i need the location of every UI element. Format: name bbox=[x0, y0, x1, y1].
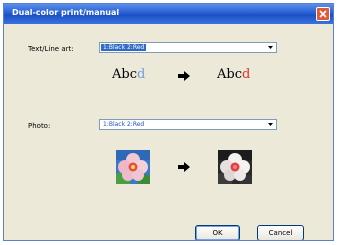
sample-before-main: Abc bbox=[112, 67, 137, 82]
textline-sample-after: Abcd bbox=[217, 67, 250, 82]
title-bar[interactable]: Dual-color print/manual bbox=[4, 4, 333, 24]
chevron-down-icon bbox=[268, 46, 273, 49]
close-icon bbox=[319, 10, 327, 18]
arrow-right-icon bbox=[178, 162, 190, 172]
textline-label: Text/Line art: bbox=[28, 45, 74, 53]
cancel-button[interactable]: Cancel bbox=[257, 225, 304, 240]
photo-sample-after bbox=[218, 150, 252, 184]
dialog-window: Dual-color print/manual Text/Line art: 1… bbox=[3, 3, 334, 241]
sample-after-accent: d bbox=[242, 67, 251, 82]
dialog-title: Dual-color print/manual bbox=[12, 8, 120, 17]
sample-before-accent: d bbox=[137, 67, 146, 82]
ok-button[interactable]: OK bbox=[195, 225, 240, 240]
textline-sample-before: Abcd bbox=[112, 67, 145, 82]
chevron-down-icon bbox=[268, 123, 273, 126]
photo-select-value: 1:Black 2:Red bbox=[103, 121, 145, 128]
photo-sample-before bbox=[116, 150, 150, 184]
sample-after-main: Abc bbox=[217, 67, 242, 82]
photo-label: Photo: bbox=[28, 122, 51, 130]
photo-select[interactable]: 1:Black 2:Red bbox=[99, 119, 277, 130]
textline-select[interactable]: 1:Black 2:Red bbox=[99, 42, 277, 53]
arrow-right-icon bbox=[178, 71, 190, 81]
close-button[interactable] bbox=[316, 7, 330, 21]
textline-select-value: 1:Black 2:Red bbox=[101, 44, 147, 51]
